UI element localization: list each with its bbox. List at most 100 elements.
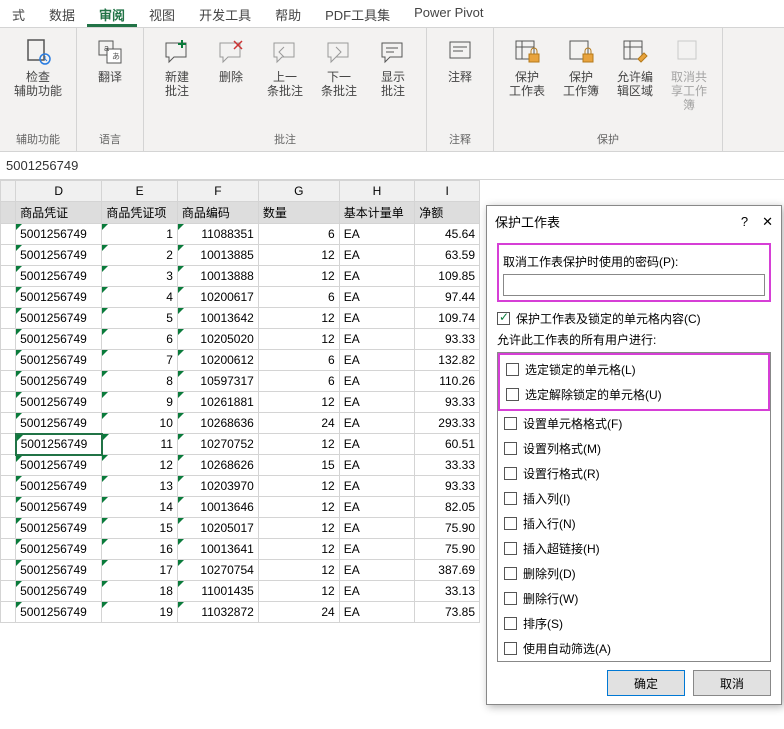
allow-edit-ranges-button[interactable]: 允许编辑区域 — [610, 32, 660, 116]
cell[interactable]: 15 — [258, 455, 339, 476]
cell[interactable]: 11032872 — [177, 602, 258, 623]
cell[interactable]: 8 — [102, 371, 178, 392]
cell[interactable]: 5001256749 — [16, 224, 102, 245]
cell[interactable]: 6 — [258, 224, 339, 245]
tab-developer[interactable]: 开发工具 — [187, 0, 263, 27]
cell[interactable]: 10268626 — [177, 455, 258, 476]
cell[interactable]: 109.74 — [415, 308, 480, 329]
cell[interactable]: 12 — [258, 497, 339, 518]
cell[interactable]: 93.33 — [415, 476, 480, 497]
cell[interactable]: 24 — [258, 413, 339, 434]
tab-view[interactable]: 视图 — [137, 0, 187, 27]
protect-content-checkbox[interactable] — [497, 312, 510, 325]
cell[interactable]: 12 — [258, 560, 339, 581]
cell[interactable]: 293.33 — [415, 413, 480, 434]
cell[interactable]: 10205020 — [177, 329, 258, 350]
cell[interactable]: 10 — [102, 413, 178, 434]
header-cell[interactable]: 商品凭证项 — [102, 202, 178, 224]
perm-checkbox[interactable] — [504, 417, 517, 430]
col-H[interactable]: H — [339, 181, 415, 202]
cell[interactable]: 10200612 — [177, 350, 258, 371]
cell[interactable]: 18 — [102, 581, 178, 602]
cell[interactable]: 12 — [258, 329, 339, 350]
cell[interactable]: 5001256749 — [16, 266, 102, 287]
tab-review[interactable]: 审阅 — [87, 0, 137, 27]
cell[interactable]: EA — [339, 560, 415, 581]
cell[interactable]: EA — [339, 266, 415, 287]
cell[interactable]: EA — [339, 602, 415, 623]
cell[interactable]: 12 — [102, 455, 178, 476]
cell[interactable]: 4 — [102, 287, 178, 308]
cell[interactable]: 9 — [102, 392, 178, 413]
cell[interactable]: 5001256749 — [16, 329, 102, 350]
cell[interactable]: 12 — [258, 539, 339, 560]
tab-data[interactable]: 数据 — [37, 0, 87, 27]
cancel-button[interactable]: 取消 — [693, 670, 771, 696]
cell[interactable]: 10013888 — [177, 266, 258, 287]
cell[interactable]: 109.85 — [415, 266, 480, 287]
col-D[interactable]: D — [16, 181, 102, 202]
cell[interactable]: 12 — [258, 476, 339, 497]
new-comment-button[interactable]: 新建批注 — [152, 32, 202, 102]
cell[interactable]: 12 — [258, 266, 339, 287]
cell[interactable]: 5001256749 — [16, 413, 102, 434]
cell[interactable]: 5001256749 — [16, 434, 102, 455]
perm-checkbox[interactable] — [504, 567, 517, 580]
cell[interactable]: 5001256749 — [16, 602, 102, 623]
permissions-listbox[interactable]: 选定锁定的单元格(L) 选定解除锁定的单元格(U) 设置单元格格式(F) 设置列… — [497, 352, 771, 662]
col-F[interactable]: F — [177, 181, 258, 202]
cell[interactable]: 5001256749 — [16, 476, 102, 497]
cell[interactable]: 7 — [102, 350, 178, 371]
cell[interactable]: 10013646 — [177, 497, 258, 518]
cell[interactable]: 10200617 — [177, 287, 258, 308]
cell[interactable]: 6 — [258, 371, 339, 392]
cell[interactable]: 10203970 — [177, 476, 258, 497]
cell[interactable]: EA — [339, 497, 415, 518]
perm-checkbox[interactable] — [506, 388, 519, 401]
perm-item[interactable]: 排序(S) — [498, 611, 770, 636]
perm-item[interactable]: 设置单元格格式(F) — [498, 411, 770, 436]
cell[interactable]: 6 — [258, 350, 339, 371]
cell[interactable]: EA — [339, 455, 415, 476]
perm-checkbox[interactable] — [504, 617, 517, 630]
col-G[interactable]: G — [258, 181, 339, 202]
prev-comment-button[interactable]: 上一条批注 — [260, 32, 310, 102]
cell[interactable]: EA — [339, 476, 415, 497]
header-cell[interactable]: 数量 — [258, 202, 339, 224]
cell[interactable]: 24 — [258, 602, 339, 623]
cell[interactable]: 6 — [258, 287, 339, 308]
cell[interactable]: 82.05 — [415, 497, 480, 518]
cell[interactable]: EA — [339, 287, 415, 308]
header-cell[interactable]: 净额 — [415, 202, 480, 224]
cell[interactable]: 73.85 — [415, 602, 480, 623]
perm-checkbox[interactable] — [504, 542, 517, 555]
cell[interactable]: 12 — [258, 434, 339, 455]
cell[interactable]: 12 — [258, 581, 339, 602]
cell[interactable]: 12 — [258, 392, 339, 413]
cell[interactable]: 10013641 — [177, 539, 258, 560]
cell[interactable]: 387.69 — [415, 560, 480, 581]
protect-workbook-button[interactable]: 保护工作簿 — [556, 32, 606, 116]
cell[interactable]: EA — [339, 308, 415, 329]
check-accessibility-button[interactable]: 检查辅助功能 — [8, 32, 68, 102]
cell[interactable]: 16 — [102, 539, 178, 560]
cell[interactable]: 5001256749 — [16, 497, 102, 518]
perm-item[interactable]: 插入列(I) — [498, 486, 770, 511]
col-E[interactable]: E — [102, 181, 178, 202]
cell[interactable]: EA — [339, 434, 415, 455]
cell[interactable]: 5001256749 — [16, 581, 102, 602]
cell[interactable]: 5001256749 — [16, 392, 102, 413]
cell[interactable]: 5001256749 — [16, 371, 102, 392]
dialog-close-icon[interactable]: ✕ — [762, 214, 773, 230]
tab-formula[interactable]: 式 — [0, 0, 37, 27]
cell[interactable]: 10597317 — [177, 371, 258, 392]
cell[interactable]: 6 — [102, 329, 178, 350]
cell[interactable]: 10261881 — [177, 392, 258, 413]
cell[interactable]: 132.82 — [415, 350, 480, 371]
perm-checkbox[interactable] — [506, 363, 519, 376]
cell[interactable]: 10013642 — [177, 308, 258, 329]
cell[interactable]: EA — [339, 413, 415, 434]
cell[interactable]: 110.26 — [415, 371, 480, 392]
cell[interactable]: 75.90 — [415, 518, 480, 539]
perm-item[interactable]: 选定解除锁定的单元格(U) — [500, 382, 768, 407]
